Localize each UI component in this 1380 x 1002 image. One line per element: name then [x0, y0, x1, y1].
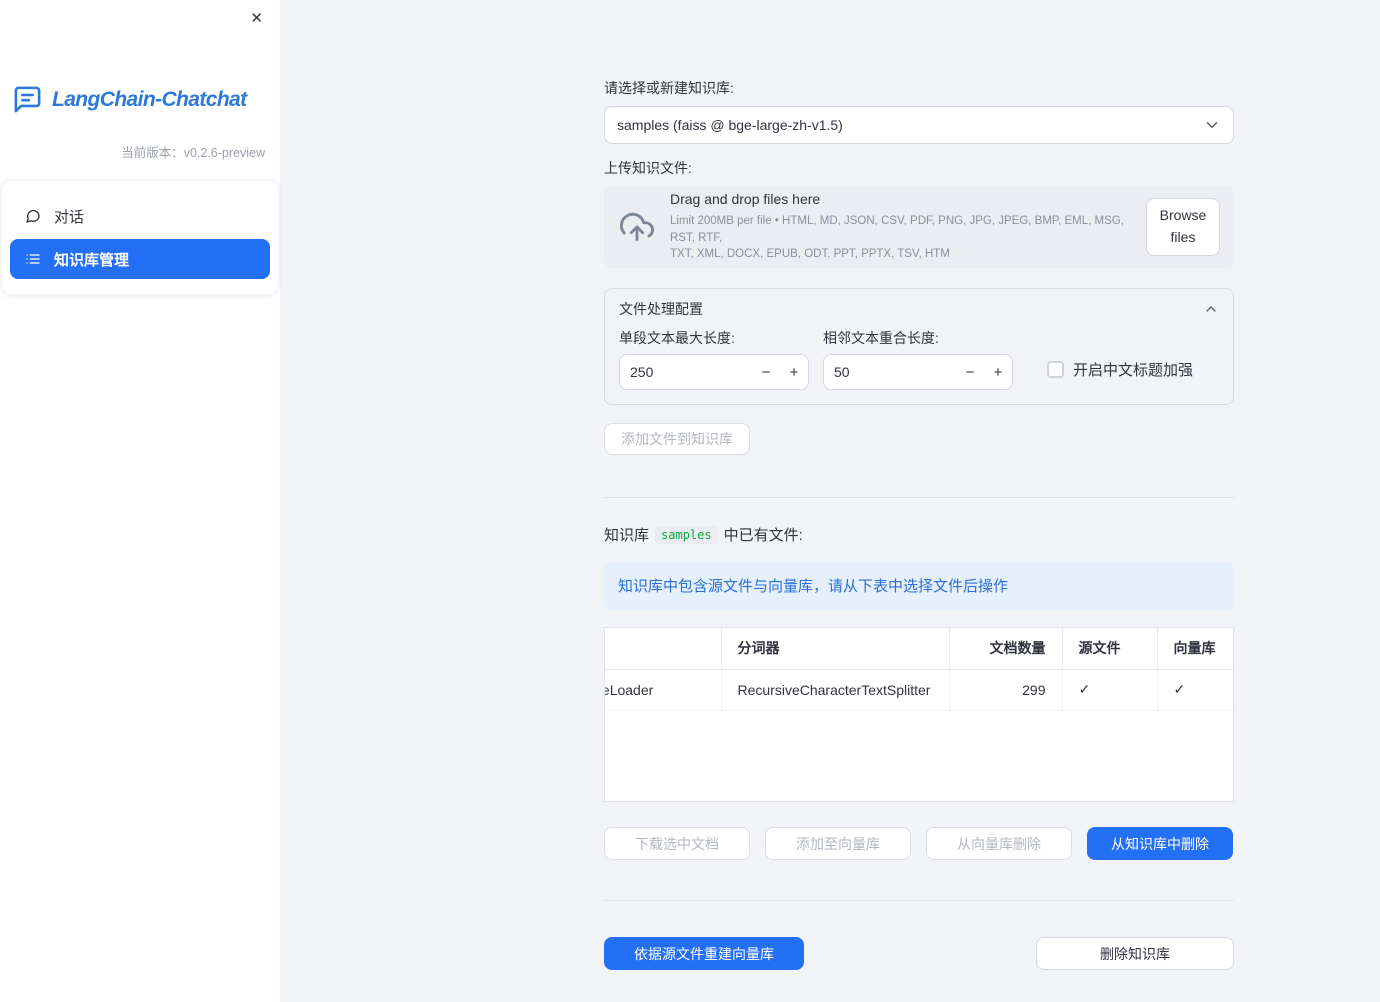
kb-select-label: 请选择或新建知识库:	[604, 80, 734, 96]
content-column: 请选择或新建知识库: samples (faiss @ bge-large-zh…	[604, 0, 1234, 970]
info-text: 知识库中包含源文件与向量库，请从下表中选择文件后操作	[618, 578, 1009, 595]
delete-kb-button[interactable]: 删除知识库	[1036, 937, 1234, 970]
info-banner: 知识库中包含源文件与向量库，请从下表中选择文件后操作	[604, 561, 1234, 610]
sidebar: ✕ LangChain-Chatchat 当前版本：v0.2.6-preview	[0, 0, 280, 1002]
kb-files-heading: 知识库 samples 中已有文件:	[604, 524, 1234, 545]
divider	[604, 900, 1234, 901]
chevron-up-icon[interactable]	[1203, 301, 1219, 317]
zh-title-enhance-checkbox[interactable]: 开启中文标题加强	[1047, 359, 1193, 380]
chat-bubble-icon	[25, 208, 41, 224]
divider	[604, 497, 1234, 498]
sidebar-menu: 对话 知识库管理	[2, 181, 278, 294]
close-icon: ✕	[250, 10, 263, 27]
chevron-down-icon	[1203, 116, 1221, 134]
delete-from-kb-button[interactable]: 从知识库中删除	[1087, 827, 1233, 860]
sidebar-item-dialogue[interactable]: 对话	[10, 196, 270, 236]
overlap-length-field: 相邻文本重合长度: 50 − +	[823, 328, 1013, 390]
overlap-length-label: 相邻文本重合长度:	[823, 330, 939, 346]
uploader-text: Drag and drop files here Limit 200MB per…	[670, 191, 1130, 263]
col-header-loader[interactable]: 文档加载器	[605, 628, 722, 670]
col-header-splitter[interactable]: 分词器	[721, 628, 950, 670]
table-row[interactable]: UnstructuredFileLoader RecursiveCharacte…	[605, 669, 1233, 711]
config-title: 文件处理配置	[619, 301, 703, 317]
app-logo: LangChain-Chatchat	[12, 84, 280, 115]
kb-name-code: samples	[655, 525, 718, 544]
rebuild-vector-store-button[interactable]: 依据源文件重建向量库	[604, 937, 804, 970]
overlap-increment-button[interactable]: +	[984, 364, 1012, 381]
kb-files-prefix: 知识库	[604, 527, 650, 544]
files-table-grid: 文档加载器 分词器 文档数量 源文件 向量库 UnstructuredFileL…	[605, 628, 1233, 711]
menu-item-label: 知识库管理	[54, 251, 130, 269]
browse-files-button[interactable]: Browse files	[1146, 198, 1220, 256]
download-selected-button[interactable]: 下载选中文档	[604, 827, 750, 860]
upload-cloud-icon	[620, 210, 654, 244]
drag-drop-text: Drag and drop files here	[670, 191, 821, 207]
add-files-to-kb-button[interactable]: 添加文件到知识库	[604, 423, 750, 455]
max-length-label: 单段文本最大长度:	[619, 330, 735, 346]
col-header-doc-count[interactable]: 文档数量	[949, 628, 1063, 670]
add-to-vector-store-button[interactable]: 添加至向量库	[765, 827, 911, 860]
cell-source-check: ✓	[1062, 669, 1158, 711]
max-length-input[interactable]: 250 − +	[619, 354, 809, 390]
file-uploader-dropzone[interactable]: Drag and drop files here Limit 200MB per…	[604, 186, 1234, 268]
upload-limit-line-2: TXT, XML, DOCX, EPUB, ODT, PPT, PPTX, TS…	[670, 248, 950, 261]
overlap-decrement-button[interactable]: −	[956, 364, 984, 381]
checkbox-label: 开启中文标题加强	[1073, 362, 1194, 379]
files-table[interactable]: 文档加载器 分词器 文档数量 源文件 向量库 UnstructuredFileL…	[604, 627, 1234, 802]
version-text: 当前版本：v0.2.6-preview	[121, 146, 265, 160]
upload-limit-text: Limit 200MB per file • HTML, MD, JSON, C…	[670, 213, 1130, 263]
chat-logo-icon	[12, 84, 43, 115]
col-header-source-file[interactable]: 源文件	[1062, 628, 1158, 670]
kb-files-suffix: 中已有文件:	[723, 527, 803, 544]
overlap-length-input[interactable]: 50 − +	[823, 354, 1013, 390]
max-length-value[interactable]: 250	[630, 364, 752, 380]
cell-vector-check: ✓	[1157, 669, 1233, 711]
max-length-decrement-button[interactable]: −	[752, 364, 780, 381]
upload-label: 上传知识文件:	[604, 160, 692, 176]
cell-splitter: RecursiveCharacterTextSplitter	[721, 669, 950, 711]
max-length-increment-button[interactable]: +	[780, 364, 808, 381]
sidebar-close-button[interactable]: ✕	[246, 7, 267, 30]
checkbox-box[interactable]	[1047, 361, 1064, 378]
app-root: ✕ LangChain-Chatchat 当前版本：v0.2.6-preview	[0, 0, 1380, 1002]
cell-loader: UnstructuredFileLoader	[605, 669, 722, 711]
kb-selected-value: samples (faiss @ bge-large-zh-v1.5)	[617, 117, 843, 133]
max-length-field: 单段文本最大长度: 250 − +	[619, 328, 809, 390]
sidebar-item-knowledge-base[interactable]: 知识库管理	[10, 239, 270, 279]
table-header-row: 文档加载器 分词器 文档数量 源文件 向量库	[605, 628, 1233, 670]
kb-global-actions: 依据源文件重建向量库 删除知识库	[604, 937, 1234, 970]
logo-text: LangChain-Chatchat	[52, 87, 247, 111]
remove-from-vector-store-button[interactable]: 从向量库删除	[926, 827, 1072, 860]
config-controls: 单段文本最大长度: 250 − + 相邻文本重合长度: 50 − + 开启中文标…	[619, 328, 1219, 390]
table-actions: 下载选中文档 添加至向量库 从向量库删除 从知识库中删除	[604, 827, 1234, 860]
list-icon	[25, 251, 41, 267]
upload-limit-line-1: Limit 200MB per file • HTML, MD, JSON, C…	[670, 215, 1124, 244]
menu-item-label: 对话	[54, 208, 85, 226]
config-expander-header[interactable]: 文件处理配置	[619, 300, 1219, 318]
main-content: 请选择或新建知识库: samples (faiss @ bge-large-zh…	[280, 0, 1380, 1002]
config-expander: 文件处理配置 单段文本最大长度: 250 − + 相邻文本重合长度: 50 − …	[604, 288, 1234, 405]
cell-doc-count: 299	[949, 669, 1063, 711]
kb-selectbox[interactable]: samples (faiss @ bge-large-zh-v1.5)	[604, 106, 1234, 144]
col-header-vector-store[interactable]: 向量库	[1157, 628, 1233, 670]
overlap-length-value[interactable]: 50	[834, 364, 956, 380]
